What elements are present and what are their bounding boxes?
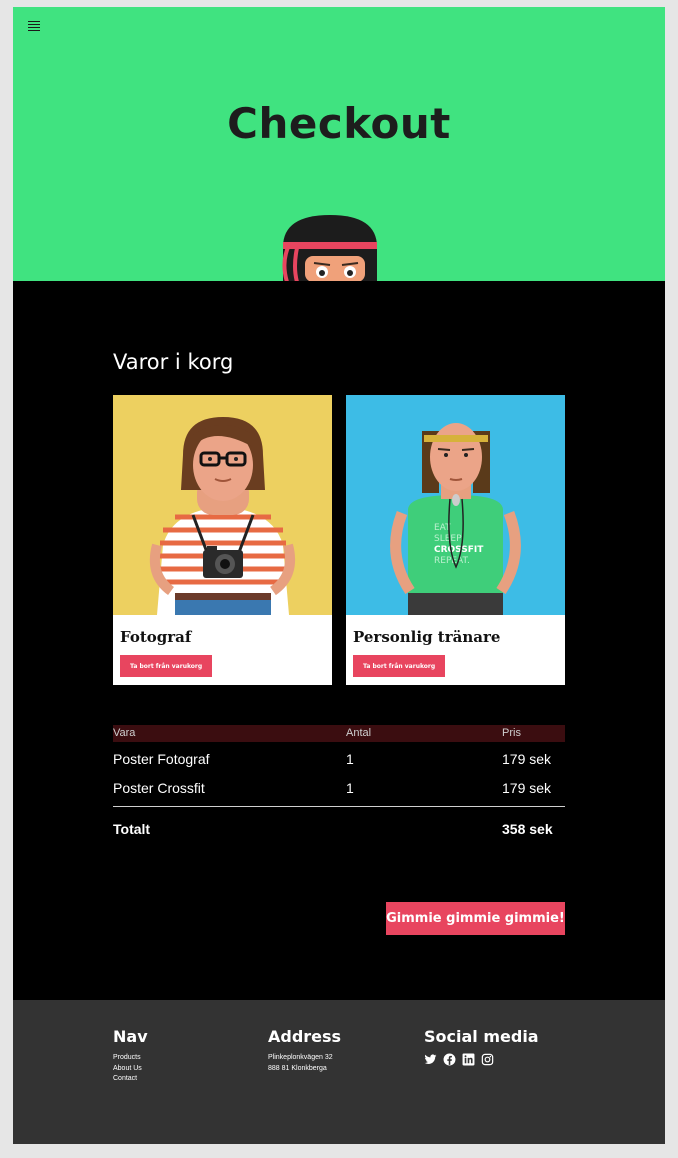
remove-from-cart-button[interactable]: Ta bort från varukorg: [353, 655, 446, 677]
row-item: Poster Crossfit: [113, 780, 205, 796]
twitter-icon[interactable]: [424, 1053, 437, 1066]
table-total-row: Totalt 358 sek: [113, 807, 565, 847]
linkedin-icon[interactable]: [462, 1053, 475, 1066]
checkout-button[interactable]: Gimmie gimmie gimmie!: [386, 902, 565, 935]
cart-heading: Varor i korg: [113, 350, 234, 374]
header-pris: Pris: [502, 727, 521, 739]
footer-social: Social media: [424, 1027, 539, 1066]
footer-link-contact[interactable]: Contact: [113, 1074, 148, 1085]
page-title: Checkout: [227, 99, 451, 148]
trainer-illustration: EAT SLEEP CROSSFIT REPEAT.: [346, 395, 565, 615]
footer-social-title: Social media: [424, 1027, 539, 1046]
table-header: Vara Antal Pris: [113, 725, 565, 742]
cart-table: Vara Antal Pris Poster Fotograf 1 179 se…: [113, 725, 565, 847]
footer-nav-title: Nav: [113, 1027, 148, 1046]
total-value: 358 sek: [502, 821, 553, 837]
footer-address: Address Plinkeplonkvägen 32 888 81 Klonk…: [268, 1027, 341, 1074]
row-item: Poster Fotograf: [113, 751, 210, 767]
row-qty: 1: [346, 751, 354, 767]
footer-nav: Nav Products About Us Contact: [113, 1027, 148, 1085]
row-price: 179 sek: [502, 780, 552, 796]
footer: Nav Products About Us Contact Address Pl…: [13, 1000, 665, 1144]
menu-icon[interactable]: [28, 21, 40, 31]
svg-text:SLEEP: SLEEP: [434, 534, 462, 544]
product-name: Fotograf: [120, 628, 192, 646]
address-line: Plinkeplonkvägen 32: [268, 1054, 333, 1061]
product-name: Personlig tränare: [353, 628, 501, 646]
row-price: 179 sek: [502, 751, 552, 767]
remove-from-cart-button[interactable]: Ta bort från varukorg: [120, 655, 213, 677]
product-card-personlig-tranare: EAT SLEEP CROSSFIT REPEAT. Personlig trä…: [346, 395, 565, 685]
total-label: Totalt: [113, 821, 151, 837]
row-qty: 1: [346, 780, 354, 796]
footer-link-about[interactable]: About Us: [113, 1064, 148, 1075]
page: Checkout Varor i korg Fotograf Ta bort f…: [13, 7, 665, 1144]
footer-link-products[interactable]: Products: [113, 1053, 148, 1064]
svg-text:CROSSFIT: CROSSFIT: [434, 545, 484, 555]
social-links: [424, 1053, 539, 1066]
address-line: 888 81 Klonkberga: [268, 1064, 327, 1072]
hero-header: Checkout: [13, 7, 665, 281]
table-row: Poster Crossfit 1 179 sek: [113, 771, 565, 800]
product-card-fotograf: Fotograf Ta bort från varukorg: [113, 395, 332, 685]
photographer-illustration: [113, 395, 332, 615]
header-antal: Antal: [346, 727, 372, 739]
footer-address-title: Address: [268, 1027, 342, 1046]
header-vara: Vara: [113, 727, 136, 739]
facebook-icon[interactable]: [443, 1053, 456, 1066]
instagram-icon[interactable]: [481, 1053, 494, 1066]
table-row: Poster Fotograf 1 179 sek: [113, 742, 565, 771]
ninja-illustration: [282, 215, 377, 281]
